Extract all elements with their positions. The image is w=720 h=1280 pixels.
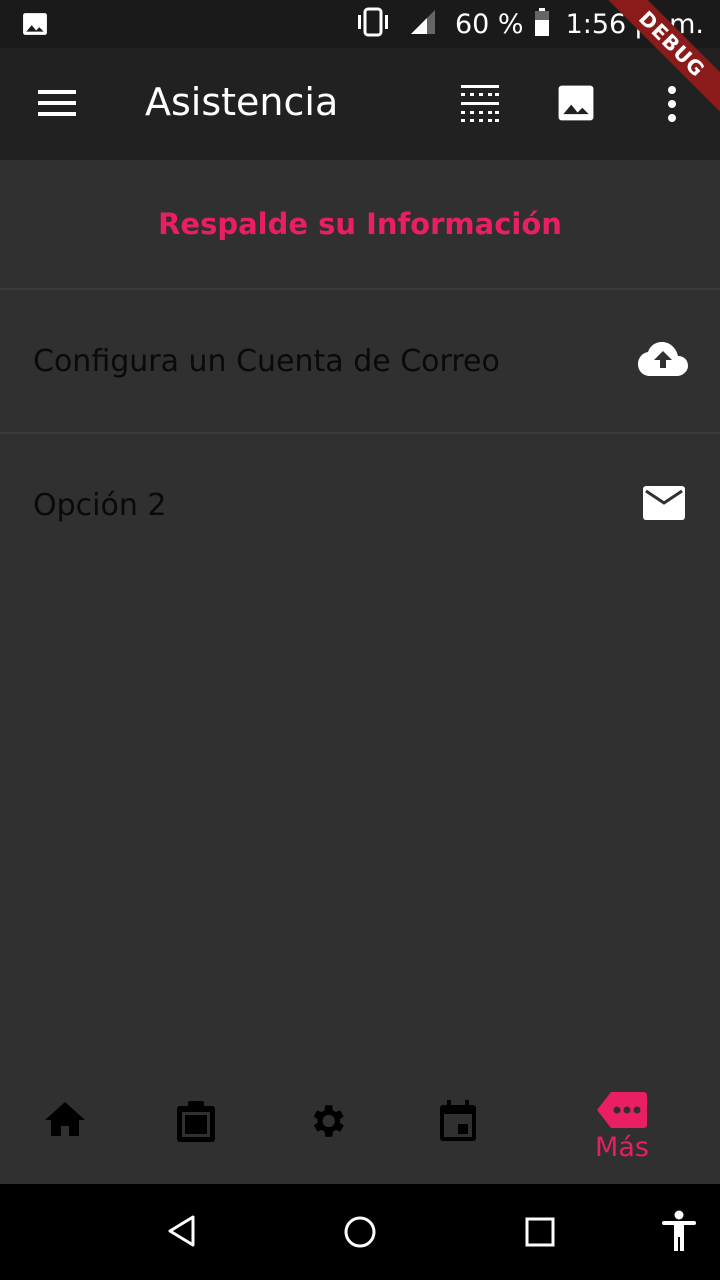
list-item-option-2[interactable]: Opción 2 xyxy=(0,434,720,576)
battery-percent: 60 % xyxy=(454,8,524,40)
page-title: Asistencia xyxy=(145,80,339,124)
home-circle-icon[interactable] xyxy=(343,1215,377,1253)
list-item-label: Opción 2 xyxy=(33,487,167,523)
grid-icon[interactable] xyxy=(460,84,500,128)
nav-clipboard[interactable] xyxy=(166,1100,226,1160)
menu-icon[interactable] xyxy=(38,88,76,122)
back-icon[interactable] xyxy=(166,1214,196,1252)
image-icon[interactable] xyxy=(557,84,595,126)
recents-icon[interactable] xyxy=(525,1217,555,1251)
more-tag-icon xyxy=(597,1092,647,1132)
app-bar: Asistencia xyxy=(0,48,720,160)
nav-calendar[interactable] xyxy=(428,1100,488,1160)
system-navigation-bar xyxy=(0,1184,720,1280)
event-icon xyxy=(439,1100,477,1160)
section-title: Respalde su Información xyxy=(0,160,720,290)
vibrate-icon xyxy=(355,7,391,41)
image-icon xyxy=(22,11,48,41)
nav-more[interactable]: Más xyxy=(586,1092,658,1163)
more-vert-icon[interactable] xyxy=(666,86,678,126)
home-icon xyxy=(44,1100,86,1160)
signal-icon xyxy=(409,8,437,40)
list-item-label: Configura un Cuenta de Correo xyxy=(33,343,500,379)
accessibility-icon[interactable] xyxy=(660,1210,698,1256)
status-bar: 60 % 1:56 p. m. xyxy=(0,0,720,48)
nav-settings[interactable] xyxy=(297,1100,357,1160)
mail-icon xyxy=(643,486,685,524)
clipboard-icon xyxy=(175,1100,217,1160)
content: Respalde su Información Configura un Cue… xyxy=(0,160,720,576)
cloud-upload-icon xyxy=(638,342,688,380)
settings-icon xyxy=(306,1100,348,1160)
bottom-navigation: Más xyxy=(0,1076,720,1184)
battery-icon xyxy=(534,8,550,40)
nav-more-label: Más xyxy=(595,1132,649,1163)
list-item-email-config[interactable]: Configura un Cuenta de Correo xyxy=(0,290,720,434)
nav-home[interactable] xyxy=(35,1100,95,1160)
